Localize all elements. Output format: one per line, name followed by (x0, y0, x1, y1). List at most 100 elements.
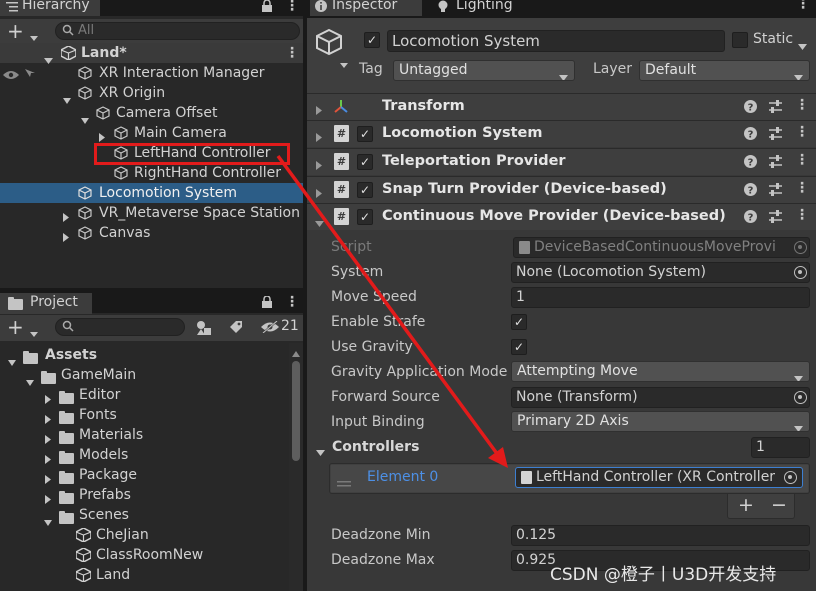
component-menu-icon[interactable]: ⋮ (795, 124, 809, 140)
forward-source-field[interactable]: None (Transform) (511, 387, 810, 408)
component-enabled-checkbox[interactable]: ✓ (357, 209, 373, 225)
help-icon[interactable]: ? (744, 155, 757, 172)
help-icon[interactable]: ? (744, 100, 757, 117)
component-menu-icon[interactable]: ⋮ (795, 152, 809, 168)
hierarchy-item[interactable]: Canvas (0, 223, 303, 243)
component-teleportation-provider[interactable]: # ✓ Teleportation Provider ? ⋮ (307, 148, 816, 175)
component-menu-icon[interactable]: ⋮ (795, 180, 809, 196)
label-tag-icon[interactable] (229, 320, 243, 338)
project-scene-item[interactable]: ClassRoomNew (0, 545, 288, 565)
tab-hierarchy[interactable]: Hierarchy (0, 0, 100, 16)
list-item[interactable]: Element 0 LeftHand Controller (XR Contro… (331, 465, 808, 492)
help-icon[interactable]: ? (744, 127, 757, 144)
component-transform[interactable]: Transform ? ⋮ (307, 93, 816, 120)
search-by-type-icon[interactable] (196, 320, 212, 340)
hierarchy-item[interactable]: XR Interaction Manager (0, 63, 303, 83)
project-folder-item[interactable]: GameMain (0, 365, 288, 386)
project-folder-item[interactable]: Assets (0, 345, 288, 366)
help-icon[interactable]: ? (744, 183, 757, 200)
project-folder-item[interactable]: Prefabs (0, 485, 288, 505)
object-picker-icon[interactable] (794, 391, 807, 404)
active-checkbox[interactable]: ✓ (364, 32, 380, 48)
project-folder-item[interactable]: Package (0, 465, 288, 485)
scroll-up-arrow-icon[interactable] (292, 345, 300, 361)
object-picker-icon[interactable] (794, 266, 807, 279)
move-speed-input[interactable]: 1 (511, 287, 810, 308)
preset-sliders-icon[interactable] (769, 183, 782, 200)
preset-sliders-icon[interactable] (769, 155, 782, 172)
preset-sliders-icon[interactable] (769, 127, 782, 144)
help-icon[interactable]: ? (744, 210, 757, 227)
collapsed-arrow-icon[interactable] (316, 186, 322, 202)
scene-menu-icon[interactable]: ⋮ (285, 43, 299, 63)
project-scrollbar[interactable] (289, 343, 303, 591)
component-continuous-move-provider[interactable]: # ✓ Continuous Move Provider (Device-bas… (307, 203, 816, 230)
create-add-icon[interactable]: + (7, 315, 24, 339)
collapsed-arrow-icon[interactable] (316, 130, 322, 146)
panel-divider[interactable] (303, 0, 307, 591)
enable-strafe-checkbox[interactable]: ✓ (511, 314, 527, 330)
static-dropdown-arrow-icon[interactable] (798, 38, 807, 54)
project-folder-item[interactable]: Editor (0, 385, 288, 405)
input-binding-dropdown[interactable]: Primary 2D Axis (511, 411, 810, 432)
component-enabled-checkbox[interactable]: ✓ (357, 126, 373, 142)
component-snap-turn-provider[interactable]: # ✓ Snap Turn Provider (Device-based) ? … (307, 176, 816, 203)
hierarchy-menu-icon[interactable]: ⋮ (285, 0, 299, 14)
project-menu-icon[interactable]: ⋮ (285, 294, 299, 310)
project-folder-item[interactable]: Materials (0, 425, 288, 445)
chevron-down-icon[interactable] (30, 325, 38, 341)
gravity-mode-dropdown[interactable]: Attempting Move (511, 361, 810, 382)
tab-lighting[interactable]: Lighting (425, 0, 525, 16)
project-scene-item[interactable]: Land (0, 565, 288, 585)
inspector-menu-icon[interactable]: ⋮ (796, 0, 810, 12)
object-name-field[interactable]: Locomotion System (387, 30, 725, 52)
expanded-arrow-icon[interactable] (316, 444, 325, 460)
hidden-packages-eye-icon[interactable] (261, 320, 279, 337)
hierarchy-item[interactable]: Main Camera (0, 123, 303, 143)
project-search-input[interactable] (55, 318, 185, 336)
hierarchy-item[interactable]: Camera Offset (0, 103, 303, 124)
remove-element-button[interactable]: − (771, 494, 787, 516)
object-picker-icon[interactable] (784, 471, 797, 484)
hierarchy-item[interactable]: VR_Metaverse Space Station (0, 203, 303, 223)
project-folder-item[interactable]: Scenes (0, 505, 288, 526)
component-locomotion-system[interactable]: # ✓ Locomotion System ? ⋮ (307, 120, 816, 147)
controllers-size-input[interactable]: 1 (751, 437, 810, 458)
preset-sliders-icon[interactable] (769, 210, 782, 227)
hierarchy-search-input[interactable]: All (55, 22, 300, 40)
project-folder-item[interactable]: Models (0, 445, 288, 465)
component-enabled-checkbox[interactable]: ✓ (357, 154, 373, 170)
add-element-button[interactable]: + (738, 494, 754, 516)
tab-project[interactable]: Project (0, 293, 92, 314)
collapsed-arrow-icon[interactable] (316, 158, 322, 174)
deadzone-min-input[interactable]: 0.125 (511, 525, 810, 546)
icon-dropdown-arrow-icon[interactable] (340, 56, 348, 72)
static-checkbox[interactable] (732, 32, 748, 48)
hierarchy-item-selected[interactable]: Locomotion System (0, 183, 303, 203)
project-scene-item[interactable]: CheJian (0, 525, 288, 545)
tag-dropdown[interactable]: Untagged (393, 60, 575, 81)
collapsed-arrow-icon[interactable] (316, 103, 322, 119)
preset-sliders-icon[interactable] (769, 100, 782, 117)
expand-right-arrow-icon[interactable] (63, 228, 69, 248)
panel-divider-horizontal[interactable] (0, 288, 303, 291)
create-add-icon[interactable]: + (7, 19, 24, 43)
component-menu-icon[interactable]: ⋮ (795, 207, 809, 223)
gameobject-large-icon[interactable] (315, 28, 343, 60)
hierarchy-item[interactable]: RightHand Controller (0, 163, 303, 183)
tab-inspector[interactable]: Inspector (310, 0, 422, 16)
hierarchy-item[interactable]: XR Origin (0, 83, 303, 104)
lock-icon[interactable] (261, 295, 273, 312)
use-gravity-checkbox[interactable]: ✓ (511, 339, 527, 355)
system-field[interactable]: None (Locomotion System) (511, 262, 810, 283)
project-folder-item[interactable]: Fonts (0, 405, 288, 425)
scene-row[interactable]: Land* ⋮ (0, 43, 303, 64)
component-menu-icon[interactable]: ⋮ (795, 97, 809, 113)
component-enabled-checkbox[interactable]: ✓ (357, 182, 373, 198)
scrollbar-thumb[interactable] (292, 361, 300, 461)
lock-icon[interactable] (261, 0, 273, 12)
drag-handle-icon[interactable] (337, 475, 351, 491)
expanded-arrow-icon[interactable] (315, 215, 324, 231)
chevron-down-icon[interactable] (30, 29, 38, 41)
layer-dropdown[interactable]: Default (639, 60, 810, 81)
